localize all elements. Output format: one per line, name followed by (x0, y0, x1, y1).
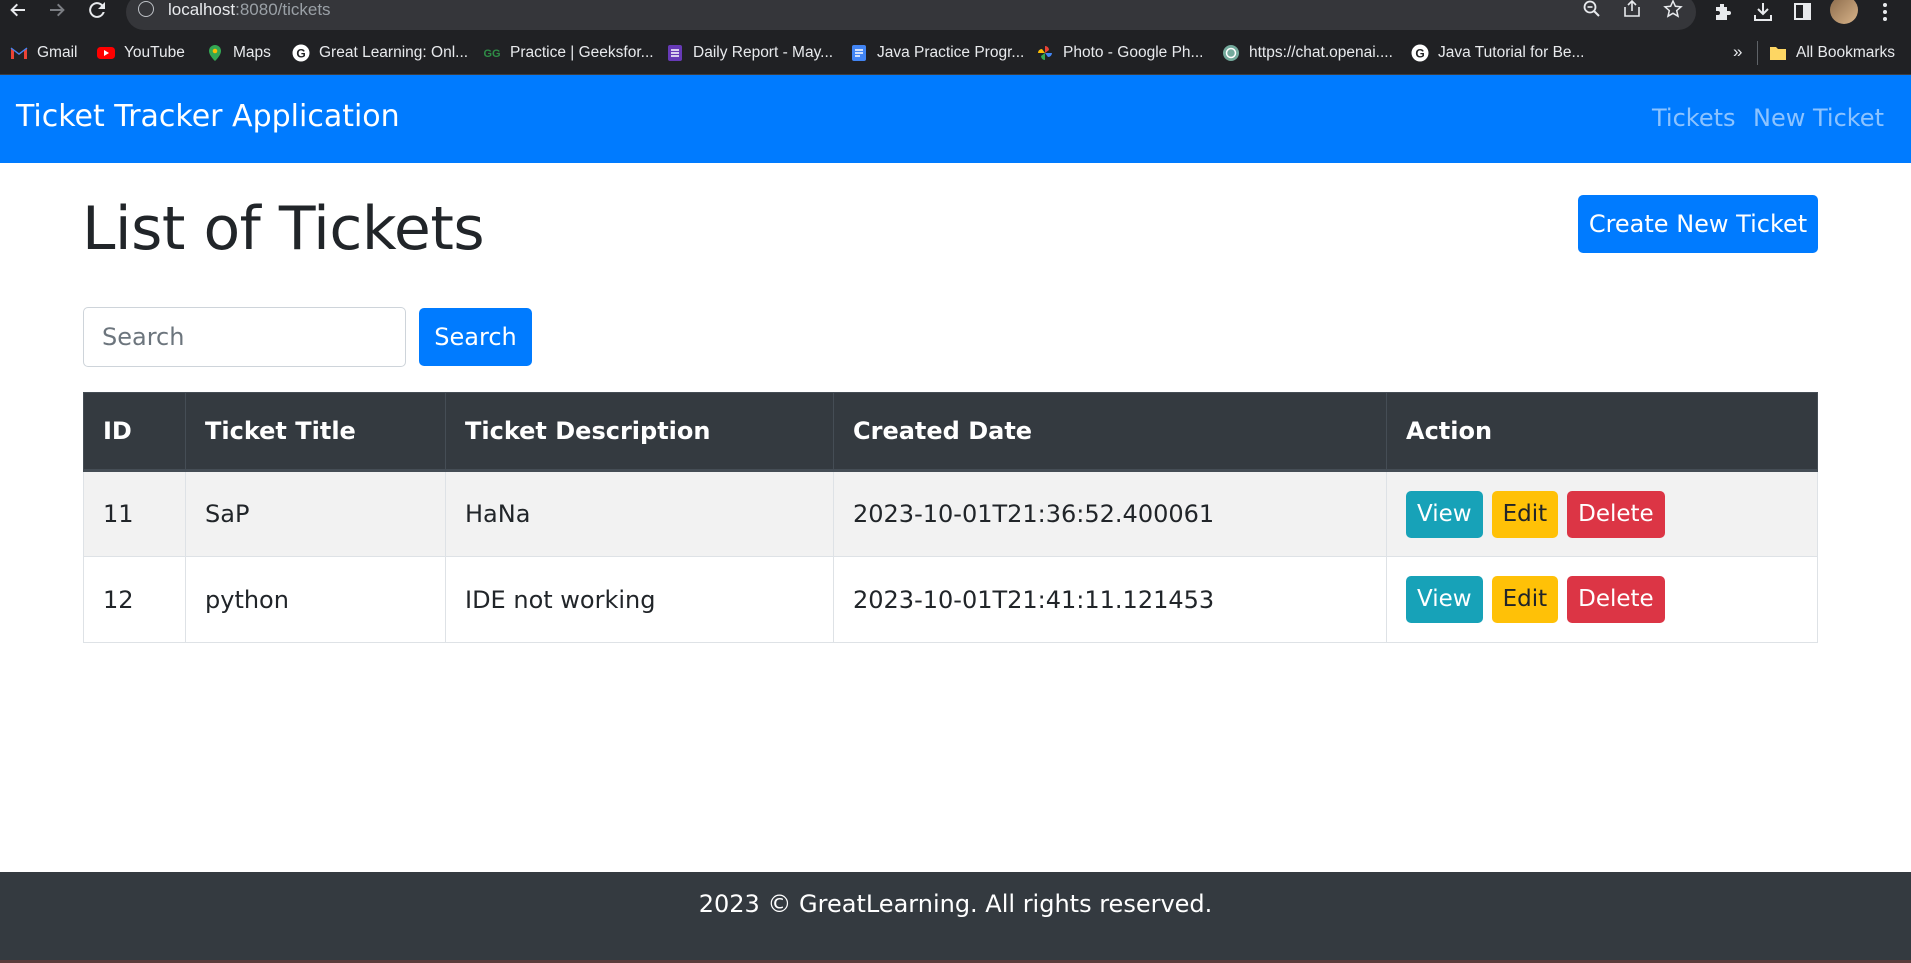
bookmark-geeksforgeeks[interactable]: GG Practice | Geeksfor... (483, 31, 653, 75)
download-icon[interactable] (1752, 1, 1774, 23)
cell-created-date: 2023-10-01T21:36:52.400061 (833, 470, 1387, 557)
folder-icon (1769, 44, 1787, 62)
nav-link-tickets[interactable]: Tickets (1652, 104, 1736, 132)
create-new-ticket-button[interactable]: Create New Ticket (1578, 195, 1818, 253)
cell-description: HaNa (445, 470, 834, 557)
bookmark-java-tutorial[interactable]: G Java Tutorial for Be... (1411, 31, 1584, 75)
address-bar[interactable]: localhost:8080/tickets (126, 0, 1696, 30)
google-icon: G (1411, 44, 1429, 62)
bookmark-chat-openai[interactable]: https://chat.openai.... (1222, 31, 1393, 75)
page-footer: 2023 © GreatLearning. All rights reserve… (0, 872, 1911, 963)
bookmark-maps[interactable]: Maps (206, 31, 271, 75)
search-button[interactable]: Search (419, 308, 532, 366)
reload-icon[interactable] (87, 0, 107, 20)
column-header-title: Ticket Title (185, 392, 446, 472)
cell-created-date: 2023-10-01T21:41:11.121453 (833, 556, 1387, 643)
nav-link-new-ticket[interactable]: New Ticket (1753, 104, 1884, 132)
site-info-icon[interactable] (138, 1, 154, 17)
delete-button[interactable]: Delete (1567, 576, 1665, 623)
bookmark-youtube[interactable]: YouTube (97, 31, 185, 75)
profile-avatar[interactable] (1830, 0, 1858, 24)
photos-icon (1036, 44, 1054, 62)
share-icon[interactable] (1622, 0, 1642, 19)
maps-icon (206, 44, 224, 62)
navbar-brand[interactable]: Ticket Tracker Application (16, 99, 400, 134)
google-icon: G (292, 44, 310, 62)
cell-description: IDE not working (445, 556, 834, 643)
cell-title: python (185, 556, 446, 643)
zoom-icon[interactable] (1582, 0, 1602, 19)
tickets-table: ID Ticket Title Ticket Description Creat… (83, 392, 1818, 643)
bookmark-google-photos[interactable]: Photo - Google Ph... (1036, 31, 1203, 75)
more-menu-icon[interactable] (1874, 1, 1896, 23)
column-header-created-date: Created Date (833, 392, 1387, 472)
svg-text:G: G (1415, 47, 1424, 61)
table-row: 12 python IDE not working 2023-10-01T21:… (83, 556, 1818, 643)
app-navbar: Ticket Tracker Application Tickets New T… (0, 75, 1911, 163)
bookmark-java-practice[interactable]: Java Practice Progr... (850, 31, 1024, 75)
docs-icon (850, 44, 868, 62)
forward-icon[interactable] (47, 0, 67, 20)
bookmarks-overflow-button[interactable]: » (1733, 42, 1742, 62)
svg-text:G: G (296, 47, 305, 61)
edit-button[interactable]: Edit (1491, 490, 1559, 538)
bookmarks-divider (1757, 41, 1758, 65)
delete-button[interactable]: Delete (1567, 490, 1665, 538)
table-row: 11 SaP HaNa 2023-10-01T21:36:52.400061 V… (83, 470, 1818, 557)
cell-id: 12 (83, 556, 186, 643)
url-text: localhost:8080/tickets (168, 0, 331, 19)
table-header-row: ID Ticket Title Ticket Description Creat… (83, 392, 1818, 472)
browser-toolbar: localhost:8080/tickets (0, 0, 1911, 31)
bookmark-star-icon[interactable] (1663, 0, 1683, 19)
forms-icon (666, 44, 684, 62)
edit-button[interactable]: Edit (1491, 576, 1559, 623)
youtube-icon (97, 44, 115, 62)
view-button[interactable]: View (1406, 490, 1483, 538)
openai-icon (1222, 44, 1240, 62)
view-button[interactable]: View (1406, 576, 1483, 623)
all-bookmarks-button[interactable]: All Bookmarks (1769, 31, 1895, 75)
bookmark-gmail[interactable]: Gmail (10, 31, 77, 75)
column-header-id: ID (83, 392, 186, 472)
extensions-icon[interactable] (1712, 1, 1734, 23)
side-panel-icon[interactable] (1792, 1, 1814, 23)
page-title: List of Tickets (82, 194, 485, 264)
bookmark-daily-report[interactable]: Daily Report - May... (666, 31, 833, 75)
search-input[interactable] (83, 307, 406, 367)
column-header-description: Ticket Description (445, 392, 834, 472)
footer-copyright: 2023 © GreatLearning. All rights reserve… (698, 890, 1213, 918)
bookmarks-bar: Gmail YouTube Maps G Great Learning: Onl… (0, 31, 1911, 75)
cell-title: SaP (185, 470, 446, 557)
column-header-action: Action (1386, 392, 1818, 472)
bookmark-great-learning[interactable]: G Great Learning: Onl... (292, 31, 468, 75)
back-icon[interactable] (8, 0, 28, 20)
cell-actions: View Edit Delete (1386, 556, 1818, 643)
cell-id: 11 (83, 470, 186, 557)
geeksforgeeks-icon: GG (483, 44, 501, 62)
svg-text:GG: GG (483, 48, 500, 60)
cell-actions: View Edit Delete (1386, 470, 1818, 557)
gmail-icon (10, 44, 28, 62)
